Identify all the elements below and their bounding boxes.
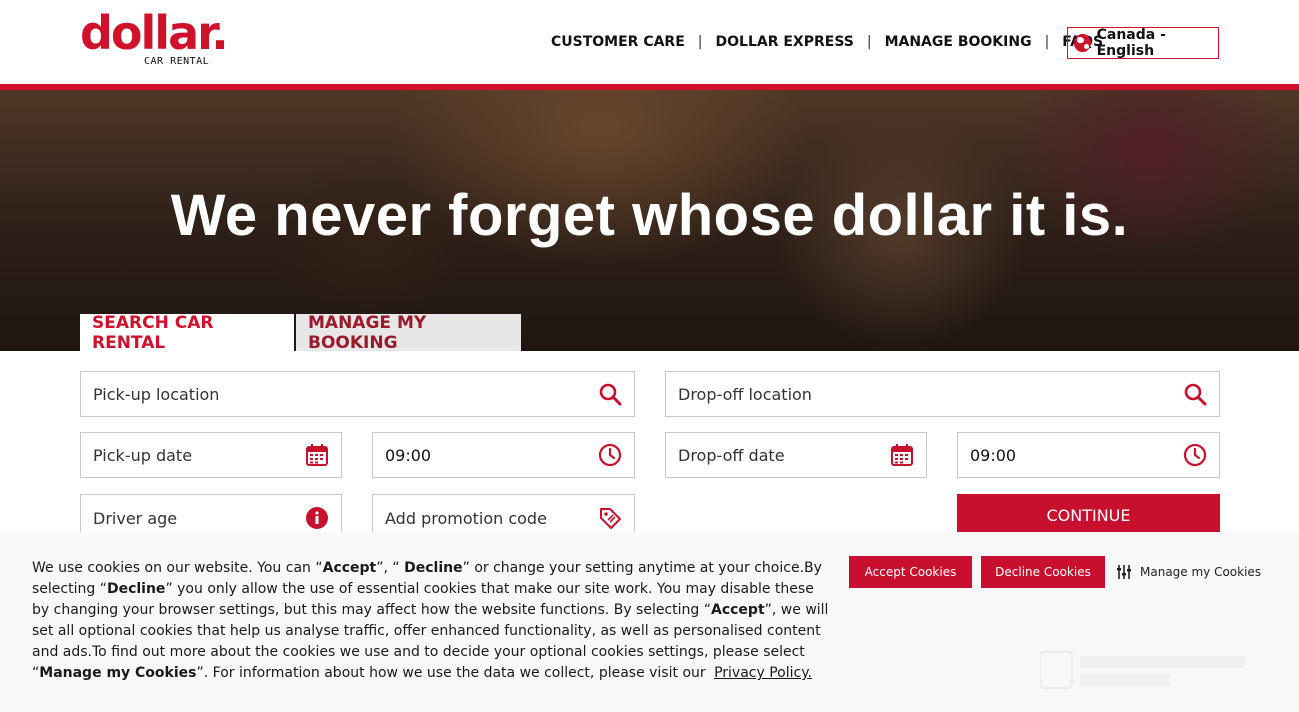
dropoff-location-input[interactable]: Drop-off location [665,371,1220,417]
search-icon [599,383,622,406]
logo-wordmark: dollar. [80,6,229,60]
cookie-text-segment: ”. For information about how we use the … [196,665,711,681]
clock-icon [598,443,622,467]
pickup-time-input[interactable]: 09:00 [372,432,635,478]
site-header: dollar. CAR RENTAL CUSTOMER CARE | DOLLA… [0,0,1299,84]
globe-icon [1074,34,1091,52]
pickup-date-placeholder: Pick-up date [93,445,193,465]
dropoff-time-input[interactable]: 09:00 [957,432,1220,478]
tag-icon [600,508,621,529]
cookie-text-segment: We use cookies on our website. You can “ [32,560,323,576]
cookie-text-bold: Decline [404,560,463,576]
tab-manage-my-booking[interactable]: MANAGE MY BOOKING [296,313,521,353]
watermark-logo [1040,650,1245,690]
privacy-policy-link[interactable]: Privacy Policy. [714,665,812,681]
pickup-time-value: 09:00 [385,445,432,465]
continue-button[interactable]: CONTINUE [957,494,1220,536]
hero-title: We never forget whose dollar it is. [170,183,1129,248]
pickup-location-placeholder: Pick-up location [93,384,220,404]
manage-cookies-label: Manage my Cookies [1140,565,1262,579]
accept-cookies-button[interactable]: Accept Cookies [849,556,972,588]
nav-separator: | [697,34,703,50]
promotion-code-placeholder: Add promotion code [385,508,547,528]
dropoff-date-input[interactable]: Drop-off date [665,432,927,478]
search-icon [1184,383,1207,406]
locale-label: Canada - English [1096,27,1166,59]
info-icon[interactable] [305,506,329,530]
cookie-text-segment: ”, “ [376,560,405,576]
settings-sliders-icon [1117,565,1131,579]
dollar-logo[interactable]: dollar. CAR RENTAL [80,6,230,72]
cookie-text-bold: Manage my Cookies [39,665,197,681]
main-nav: CUSTOMER CARE | DOLLAR EXPRESS | MANAGE … [551,34,1103,50]
pickup-date-input[interactable]: Pick-up date [80,432,342,478]
calendar-icon [891,444,913,466]
manage-cookies-button[interactable]: Manage my Cookies [1116,564,1261,580]
clock-icon [1183,443,1207,467]
pickup-location-input[interactable]: Pick-up location [80,371,635,417]
logo-subtitle: CAR RENTAL [144,56,210,67]
nav-separator: | [866,34,872,50]
dropoff-location-placeholder: Drop-off location [678,384,812,404]
dropoff-time-value: 09:00 [970,445,1017,465]
cookie-text-bold: Accept [711,602,765,618]
nav-dollar-express[interactable]: DOLLAR EXPRESS [716,34,854,50]
nav-manage-booking[interactable]: MANAGE BOOKING [885,34,1032,50]
cookie-text-bold: Accept [322,560,377,576]
nav-separator: | [1044,34,1050,50]
locale-selector[interactable]: Canada - English [1067,27,1219,59]
dropoff-date-placeholder: Drop-off date [678,445,785,465]
tab-search-car-rental[interactable]: SEARCH CAR RENTAL [80,313,294,353]
driver-age-placeholder: Driver age [93,508,178,528]
cookie-text-bold: Decline [106,581,166,597]
cookie-banner: We use cookies on our website. You can “… [0,532,1299,712]
nav-customer-care[interactable]: CUSTOMER CARE [551,34,685,50]
decline-cookies-button[interactable]: Decline Cookies [981,556,1105,588]
calendar-icon [306,444,328,466]
cookie-message: We use cookies on our website. You can “… [32,558,832,684]
